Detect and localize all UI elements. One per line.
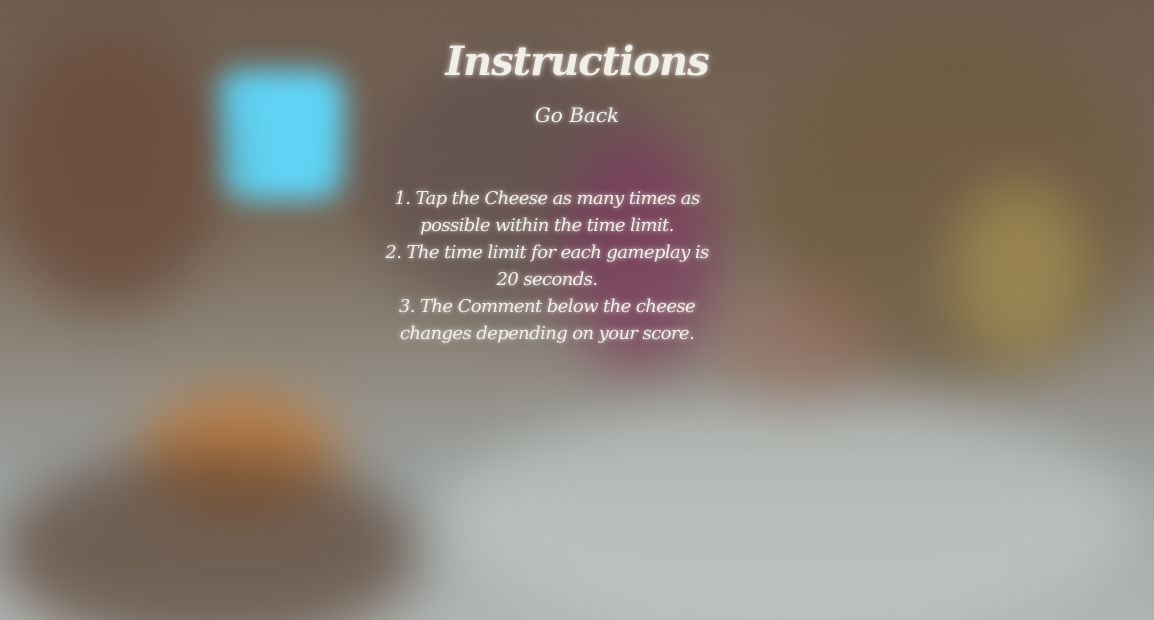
instructions-list: 1. Tap the Cheese as many times as possi…	[377, 185, 717, 347]
instruction-item: 2. The time limit for each gameplay is 2…	[385, 242, 709, 290]
go-back-button[interactable]: Go Back	[535, 103, 619, 127]
instructions-screen: Instructions Go Back 1. Tap the Cheese a…	[0, 0, 1154, 620]
go-back-row: Go Back	[0, 103, 1154, 127]
instruction-item: 3. The Comment below the cheese changes …	[398, 296, 696, 344]
instruction-item: 1. Tap the Cheese as many times as possi…	[394, 188, 700, 236]
page-title: Instructions	[445, 38, 709, 85]
